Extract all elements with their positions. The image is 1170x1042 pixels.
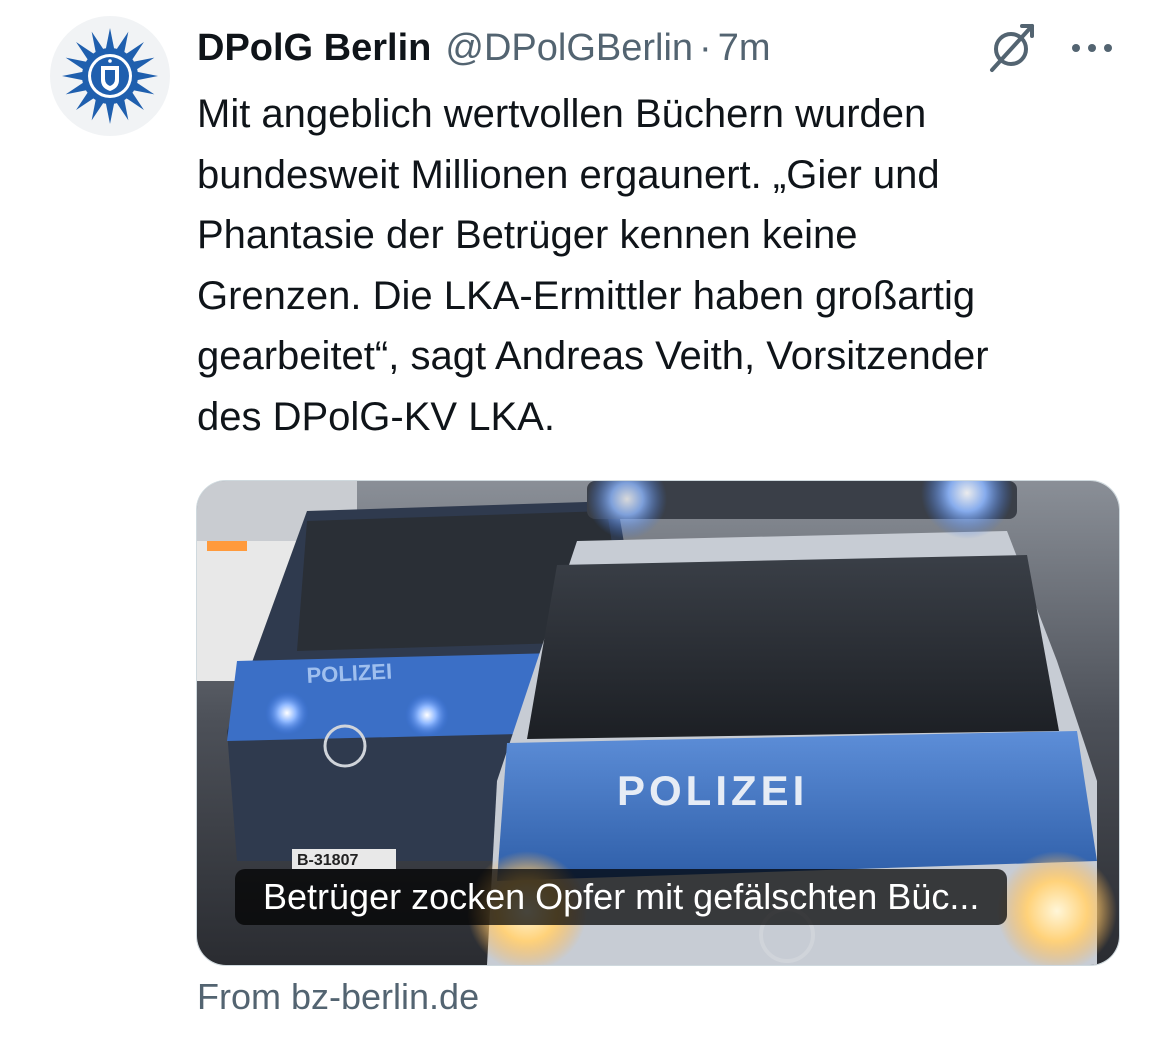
grok-button[interactable] xyxy=(982,20,1042,76)
link-card-title[interactable]: Betrüger zocken Opfer mit gefälschten Bü… xyxy=(235,869,1008,925)
tweet-text-line: Grenzen. Die LKA-Ermittler haben großart… xyxy=(197,273,976,318)
tweet-text-line: bundesweit Millionen ergaunert. „Gier un… xyxy=(197,152,940,197)
tweet-text-line: Phantasie der Betrüger kennen keine xyxy=(197,213,858,257)
author-handle[interactable]: @DPolGBerlin xyxy=(445,27,693,70)
tweet-text: Mit angeblich wertvollen Büchern wurden … xyxy=(197,84,1137,447)
tweet[interactable]: DPolG Berlin @DPolGBerlin · 7m Mit angeb… xyxy=(0,0,1170,1042)
license-plate: B-31807 xyxy=(297,852,358,869)
tweet-text-line: des DPolG-KV LKA. xyxy=(197,394,555,439)
author-name[interactable]: DPolG Berlin xyxy=(197,27,431,70)
police-star-logo-icon xyxy=(62,28,158,124)
more-icon xyxy=(1072,44,1112,52)
rear-police-label: POLIZEI xyxy=(306,659,393,688)
link-card[interactable]: POLIZEI B-31807 POLIZEI Betrüger zocken … xyxy=(196,480,1120,966)
avatar[interactable] xyxy=(50,16,170,136)
link-source[interactable]: From bz-berlin.de xyxy=(197,976,479,1018)
more-button[interactable] xyxy=(1062,20,1122,76)
tweet-header: DPolG Berlin @DPolGBerlin · 7m xyxy=(197,22,1110,74)
post-time[interactable]: 7m xyxy=(718,27,771,70)
separator-dot: · xyxy=(699,26,712,69)
front-police-label: POLIZEI xyxy=(617,767,808,814)
tweet-text-line: gearbeitet“, sagt Andreas Veith, Vorsitz… xyxy=(197,334,989,378)
tweet-text-line: Mit angeblich wertvollen Büchern wurden xyxy=(197,92,927,136)
grok-icon xyxy=(990,24,1034,72)
